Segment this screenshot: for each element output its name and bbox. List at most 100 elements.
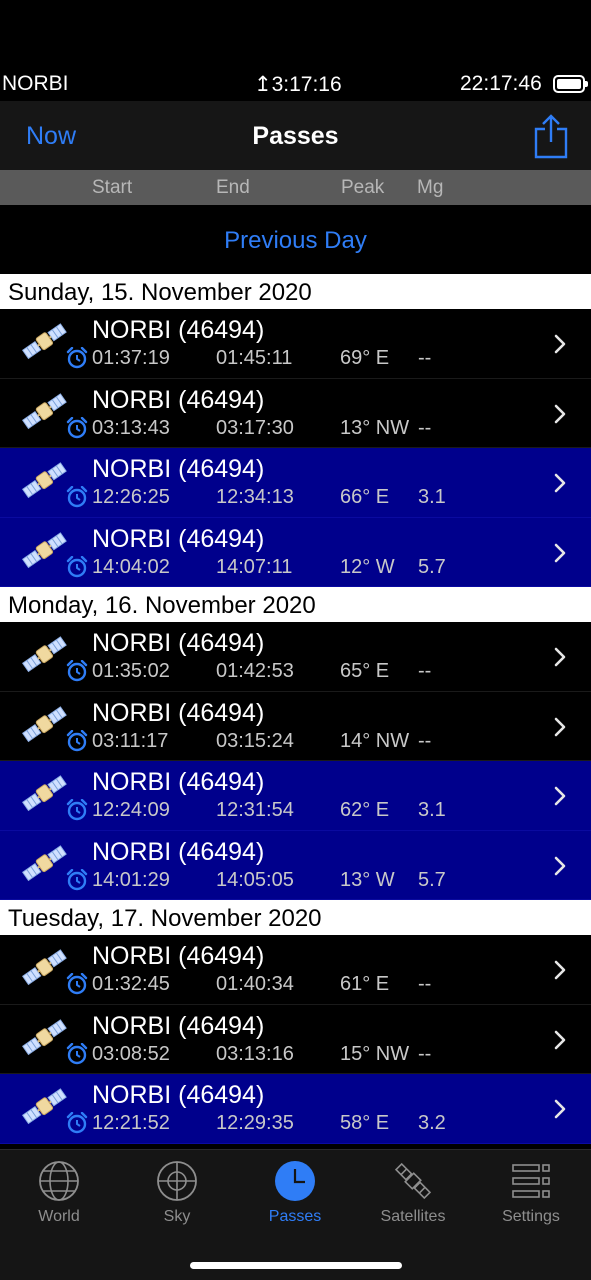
pass-start-time: 03:13:43 — [92, 416, 170, 439]
column-end: End — [216, 177, 250, 198]
navigation-bar: Passes Now — [0, 101, 591, 170]
pass-end-time: 03:15:24 — [216, 729, 294, 752]
tab-world-label: World — [38, 1208, 80, 1225]
pass-start-time: 01:32:45 — [92, 973, 170, 995]
pass-row[interactable]: NORBI (46494) 14:04:02 14:07:11 12° W 5.7 — [0, 517, 591, 587]
pass-magnitude: 3.1 — [418, 486, 446, 508]
home-indicator[interactable] — [190, 1262, 402, 1269]
tab-bar: World Sky Passes Satellites Settings — [0, 1149, 591, 1280]
alarm-icon[interactable] — [66, 798, 88, 821]
chevron-right-icon[interactable] — [553, 1029, 567, 1051]
passes-list[interactable]: Sunday, 15. November 2020 NORBI (46494) 01… — [0, 274, 591, 1149]
tab-settings[interactable]: Settings — [472, 1160, 590, 1226]
alarm-icon[interactable] — [66, 485, 88, 508]
satellite-icon — [20, 945, 70, 991]
pass-magnitude: 3.2 — [418, 1112, 446, 1134]
chevron-right-icon[interactable] — [553, 472, 567, 494]
status-bar: NORBI ↥3:17:16 22:17:46 — [0, 70, 591, 100]
satellite-icon — [20, 702, 70, 748]
pass-start-time: 01:35:02 — [92, 660, 170, 682]
pass-end-time: 01:45:11 — [216, 347, 293, 369]
tab-passes[interactable]: Passes — [236, 1160, 354, 1226]
column-peak: Peak — [341, 177, 385, 198]
chevron-right-icon[interactable] — [553, 785, 567, 807]
pass-peak: 58° E — [340, 1112, 390, 1134]
chevron-right-icon[interactable] — [553, 716, 567, 738]
pass-end-time: 03:13:16 — [216, 1042, 294, 1065]
chevron-right-icon[interactable] — [553, 403, 567, 425]
satellite-icon — [20, 1015, 70, 1061]
clock-icon — [275, 1161, 315, 1201]
pass-magnitude: 3.1 — [418, 799, 446, 821]
tab-satellites-label: Satellites — [380, 1208, 446, 1225]
alarm-icon[interactable] — [66, 1111, 88, 1134]
pass-magnitude: -- — [418, 973, 432, 995]
section-header: Tuesday, 17. November 2020 — [0, 900, 591, 935]
pass-peak: 12° W — [340, 555, 395, 578]
pass-end-time: 14:07:11 — [216, 555, 293, 578]
alarm-icon[interactable] — [66, 416, 88, 439]
pass-end-time: 14:05:05 — [216, 868, 294, 891]
pass-satellite-name: NORBI (46494) — [92, 1011, 265, 1040]
pass-satellite-name: NORBI (46494) — [92, 385, 265, 414]
pass-peak: 13° NW — [340, 416, 410, 439]
previous-day-row[interactable]: Previous Day — [0, 205, 591, 274]
alarm-icon[interactable] — [66, 555, 88, 578]
tab-world[interactable]: World — [0, 1160, 118, 1226]
alarm-icon[interactable] — [66, 729, 88, 752]
pass-row[interactable]: NORBI (46494) 14:01:29 14:05:05 13° W 5.7 — [0, 830, 591, 900]
chevron-right-icon[interactable] — [553, 542, 567, 564]
pass-peak: 66° E — [340, 486, 390, 508]
alarm-icon[interactable] — [66, 346, 88, 369]
carrier-label: NORBI — [2, 72, 69, 95]
pass-magnitude: -- — [418, 347, 432, 369]
now-button[interactable]: Now — [26, 122, 76, 151]
chevron-right-icon[interactable] — [553, 333, 567, 355]
pass-row[interactable]: NORBI (46494) 12:26:25 12:34:13 66° E 3.1 — [0, 448, 591, 518]
satellite-icon — [394, 1162, 432, 1200]
alarm-icon[interactable] — [66, 972, 88, 995]
pass-row[interactable]: NORBI (46494) 12:21:52 12:29:35 58° E 3.2 — [0, 1074, 591, 1144]
pass-start-time: 03:11:17 — [92, 729, 169, 752]
chevron-right-icon[interactable] — [553, 646, 567, 668]
previous-day-button[interactable]: Previous Day — [0, 227, 591, 255]
pass-row[interactable]: NORBI (46494) 12:24:09 12:31:54 62° E 3.1 — [0, 761, 591, 831]
chevron-right-icon[interactable] — [553, 855, 567, 877]
tab-settings-label: Settings — [502, 1208, 560, 1225]
chevron-right-icon[interactable] — [553, 959, 567, 981]
tab-satellites[interactable]: Satellites — [354, 1160, 472, 1226]
pass-satellite-name: NORBI (46494) — [92, 524, 265, 553]
pass-magnitude: -- — [418, 1042, 432, 1065]
pass-end-time: 03:17:30 — [216, 416, 294, 439]
alarm-icon[interactable] — [66, 1042, 88, 1065]
tab-sky-label: Sky — [163, 1208, 191, 1225]
status-clock: 22:17:46 — [460, 72, 542, 95]
pass-peak: 13° W — [340, 868, 395, 891]
satellite-icon — [20, 632, 70, 678]
share-icon[interactable] — [533, 113, 569, 159]
pass-row[interactable]: NORBI (46494) 01:35:02 01:42:53 65° E -- — [0, 622, 591, 692]
pass-start-time: 14:01:29 — [92, 868, 170, 891]
pass-peak: 62° E — [340, 799, 390, 821]
countdown-timer: ↥3:17:16 — [254, 73, 342, 96]
pass-row[interactable]: NORBI (46494) 03:11:17 03:15:24 14° NW -- — [0, 691, 591, 761]
tab-sky[interactable]: Sky — [118, 1160, 236, 1226]
pass-magnitude: -- — [418, 416, 432, 439]
section-header: Sunday, 15. November 2020 — [0, 274, 591, 309]
pass-peak: 69° E — [340, 347, 390, 369]
pass-row[interactable]: NORBI (46494) 03:08:52 03:13:16 15° NW -- — [0, 1004, 591, 1074]
alarm-icon[interactable] — [66, 868, 88, 891]
pass-magnitude: -- — [418, 729, 432, 752]
pass-row[interactable]: NORBI (46494) 01:37:19 01:45:11 69° E -- — [0, 309, 591, 379]
pass-end-time: 01:40:34 — [216, 973, 294, 995]
pass-end-time: 12:34:13 — [216, 486, 294, 508]
alarm-icon[interactable] — [66, 659, 88, 682]
pass-row[interactable]: NORBI (46494) 01:32:45 01:40:34 61° E -- — [0, 935, 591, 1005]
satellite-icon — [20, 528, 70, 574]
satellite-icon — [20, 319, 70, 365]
satellite-icon — [20, 458, 70, 504]
list-icon — [512, 1164, 550, 1198]
pass-row[interactable]: NORBI (46494) 03:13:43 03:17:30 13° NW -- — [0, 378, 591, 448]
pass-start-time: 12:21:52 — [92, 1112, 170, 1134]
chevron-right-icon[interactable] — [553, 1098, 567, 1120]
